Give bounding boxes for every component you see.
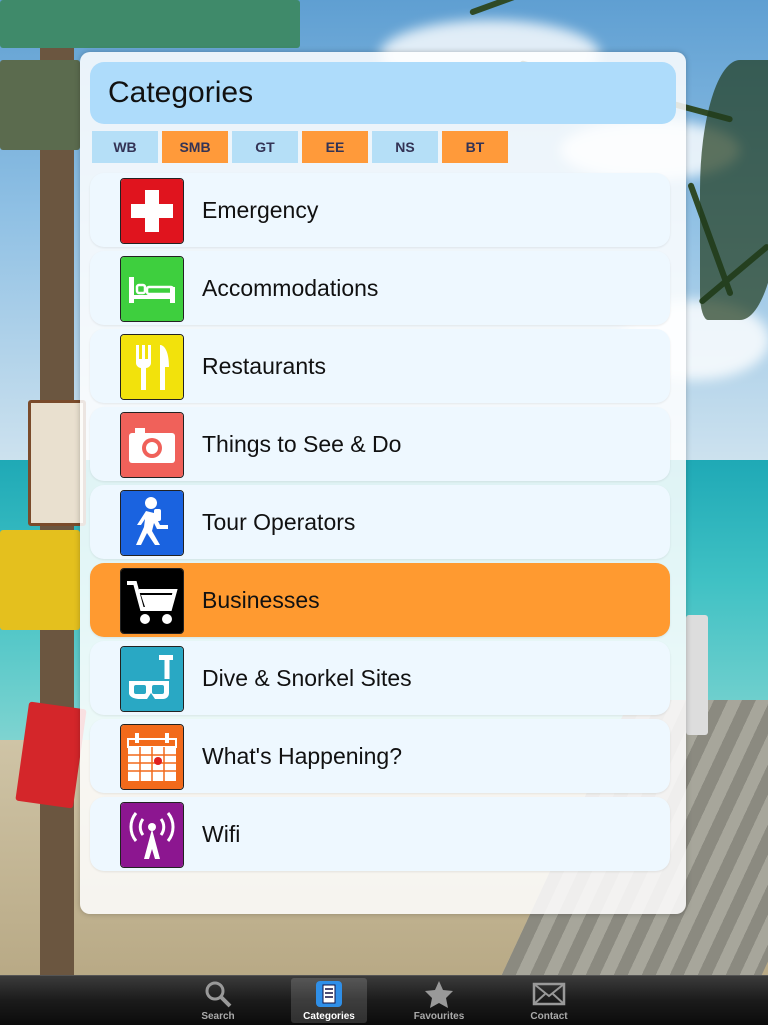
filter-tab-label: BT [465, 139, 485, 155]
tab-search[interactable]: Search [180, 978, 256, 1023]
tab-contact[interactable]: Contact [511, 978, 587, 1023]
category-label: What's Happening? [202, 743, 403, 769]
tab-label: Search [201, 1011, 235, 1022]
category-row-accommodations[interactable]: Accommodations [90, 251, 670, 325]
categories-panel: Categories WB SMB GT EE NS BT Emergency [80, 52, 686, 914]
bottom-tab-bar: Search Categories Favourites Contact [0, 975, 768, 1025]
snorkel-mask-icon [120, 646, 184, 712]
category-row-wifi[interactable]: Wifi [90, 797, 670, 871]
tab-categories[interactable]: Categories [291, 978, 367, 1023]
title-bar: Categories [90, 62, 676, 124]
filter-tab-wb[interactable]: WB [92, 131, 158, 163]
category-label: Tour Operators [202, 509, 356, 535]
category-label: Things to See & Do [202, 431, 402, 457]
magnifier-icon [205, 981, 232, 1008]
wifi-antenna-icon [120, 802, 184, 868]
category-row-emergency[interactable]: Emergency [90, 173, 670, 247]
region-filter-tabs: WB SMB GT EE NS BT [92, 131, 508, 163]
shopping-cart-icon [120, 568, 184, 634]
filter-tab-label: NS [395, 139, 415, 155]
fork-knife-icon [120, 334, 184, 400]
page-title: Categories [108, 76, 254, 109]
filter-tab-label: WB [113, 139, 137, 155]
filter-tab-ee[interactable]: EE [302, 131, 368, 163]
category-row-things-to-see[interactable]: Things to See & Do [90, 407, 670, 481]
tab-label: Categories [303, 1011, 355, 1022]
category-label: Businesses [202, 587, 320, 613]
star-icon [425, 981, 453, 1008]
filter-tab-gt[interactable]: GT [232, 131, 298, 163]
category-label: Dive & Snorkel Sites [202, 665, 412, 691]
camera-icon [120, 412, 184, 478]
category-label: Wifi [202, 821, 241, 847]
filter-tab-ns[interactable]: NS [372, 131, 438, 163]
filter-tab-label: EE [325, 139, 345, 155]
tab-label: Contact [530, 1011, 568, 1022]
filter-tab-bt[interactable]: BT [442, 131, 508, 163]
category-label: Emergency [202, 197, 319, 223]
envelope-icon [532, 982, 566, 1006]
calendar-icon [120, 724, 184, 790]
category-row-businesses[interactable]: Businesses [90, 563, 670, 637]
document-list-icon [316, 981, 342, 1007]
category-row-whats-happening[interactable]: What's Happening? [90, 719, 670, 793]
category-row-restaurants[interactable]: Restaurants [90, 329, 670, 403]
filter-tab-label: GT [255, 139, 275, 155]
tab-label: Favourites [413, 1011, 465, 1022]
category-label: Restaurants [202, 353, 327, 379]
category-list: Emergency Accommodations Restaurants Thi… [90, 173, 670, 875]
category-row-tour-operators[interactable]: Tour Operators [90, 485, 670, 559]
category-label: Accommodations [202, 275, 379, 301]
category-row-dive-snorkel[interactable]: Dive & Snorkel Sites [90, 641, 670, 715]
hiker-icon [120, 490, 184, 556]
bed-icon [120, 256, 184, 322]
filter-tab-smb[interactable]: SMB [162, 131, 228, 163]
first-aid-cross-icon [120, 178, 184, 244]
tab-favourites[interactable]: Favourites [401, 978, 477, 1023]
filter-tab-label: SMB [179, 139, 211, 155]
